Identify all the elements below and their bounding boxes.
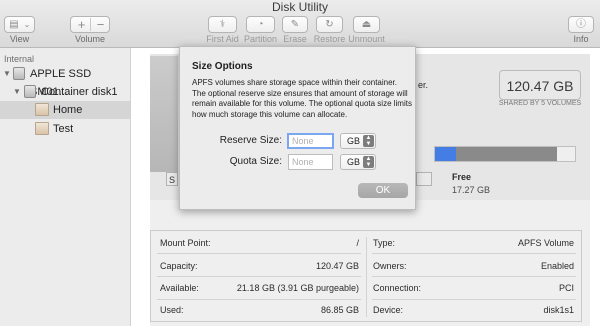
erase-label: Erase xyxy=(283,34,307,44)
sidebar-item-label: Container disk1 xyxy=(41,86,118,98)
disclosure-triangle-icon[interactable]: ▼ xyxy=(13,83,21,101)
size-options-sheet: Size Options APFS volumes share storage … xyxy=(179,46,416,210)
hard-disk-icon xyxy=(13,67,25,80)
view-label: View xyxy=(9,34,30,44)
info-label: Info xyxy=(573,34,589,44)
volume-segmented-control[interactable]: + − xyxy=(70,16,110,33)
reserve-size-label: Reserve Size: xyxy=(219,135,282,146)
erase-button[interactable]: ✎ xyxy=(282,16,308,33)
partition-label: Partition xyxy=(243,34,278,44)
add-volume-button[interactable]: + xyxy=(73,17,90,32)
sidebar-item-container[interactable]: ▼ Container disk1 xyxy=(0,83,130,101)
updown-chevron-icon: ▲ ▼ xyxy=(363,156,374,168)
chevron-down-icon: ⌄ xyxy=(23,20,31,29)
stethoscope-icon: ⚕ xyxy=(219,19,226,30)
sidebar-item-label: Home xyxy=(53,104,83,116)
sidebar-item-test[interactable]: Test xyxy=(0,120,130,138)
quota-size-label: Quota Size: xyxy=(229,156,282,167)
reserve-unit-select[interactable]: GB ▲ ▼ xyxy=(340,133,376,149)
first-aid-label: First Aid xyxy=(206,34,239,44)
info-icon: ⓘ xyxy=(576,19,586,30)
toolbar: Disk Utility ▤ ⌄ View + − Volume ⚕ First… xyxy=(0,0,600,48)
pie-partition-icon: ◔ xyxy=(257,19,264,30)
updown-chevron-icon: ▲ ▼ xyxy=(363,135,374,147)
quota-unit-value: GB xyxy=(347,157,361,167)
volume-icon xyxy=(35,122,49,135)
view-button[interactable]: ▤ ⌄ xyxy=(4,16,35,33)
container-icon xyxy=(24,85,36,98)
sidebar-item-home[interactable]: Home xyxy=(0,101,130,119)
info-button[interactable]: ⓘ xyxy=(568,16,594,33)
volume-label: Volume xyxy=(74,34,106,44)
sidebar-item-apple-ssd[interactable]: ▼ APPLE SSD SM01... xyxy=(0,65,130,98)
partition-button[interactable]: ◔ xyxy=(246,16,275,33)
sidebar: Internal ▼ APPLE SSD SM01... ▼ Container… xyxy=(0,48,131,326)
segment-divider xyxy=(90,18,91,31)
eject-icon: ⏏ xyxy=(361,19,372,30)
quota-size-input[interactable]: None xyxy=(288,154,333,170)
reserve-unit-value: GB xyxy=(347,136,361,146)
reserve-size-input[interactable]: None xyxy=(287,133,334,149)
quota-unit-select[interactable]: GB ▲ ▼ xyxy=(340,154,376,170)
sidebar-item-label: Test xyxy=(53,123,74,135)
sheet-title: Size Options xyxy=(192,61,253,72)
disclosure-triangle-icon[interactable]: ▼ xyxy=(3,65,11,83)
sidebar-section-internal: Internal xyxy=(4,54,35,64)
volume-icon xyxy=(35,103,49,116)
ok-button[interactable]: OK xyxy=(358,183,408,198)
erase-icon: ✎ xyxy=(290,19,300,30)
remove-volume-button[interactable]: − xyxy=(92,17,109,32)
unmount-button[interactable]: ⏏ xyxy=(353,16,380,33)
first-aid-button[interactable]: ⚕ xyxy=(208,16,237,33)
sheet-description: APFS volumes share storage space within … xyxy=(192,78,412,119)
restore-button[interactable]: ↻ xyxy=(316,16,343,33)
restore-icon: ↻ xyxy=(325,19,334,30)
window-title: Disk Utility xyxy=(272,0,328,14)
sidebar-icon: ▤ xyxy=(9,19,19,30)
unmount-label: Unmount xyxy=(348,34,385,44)
restore-label: Restore xyxy=(313,34,346,44)
